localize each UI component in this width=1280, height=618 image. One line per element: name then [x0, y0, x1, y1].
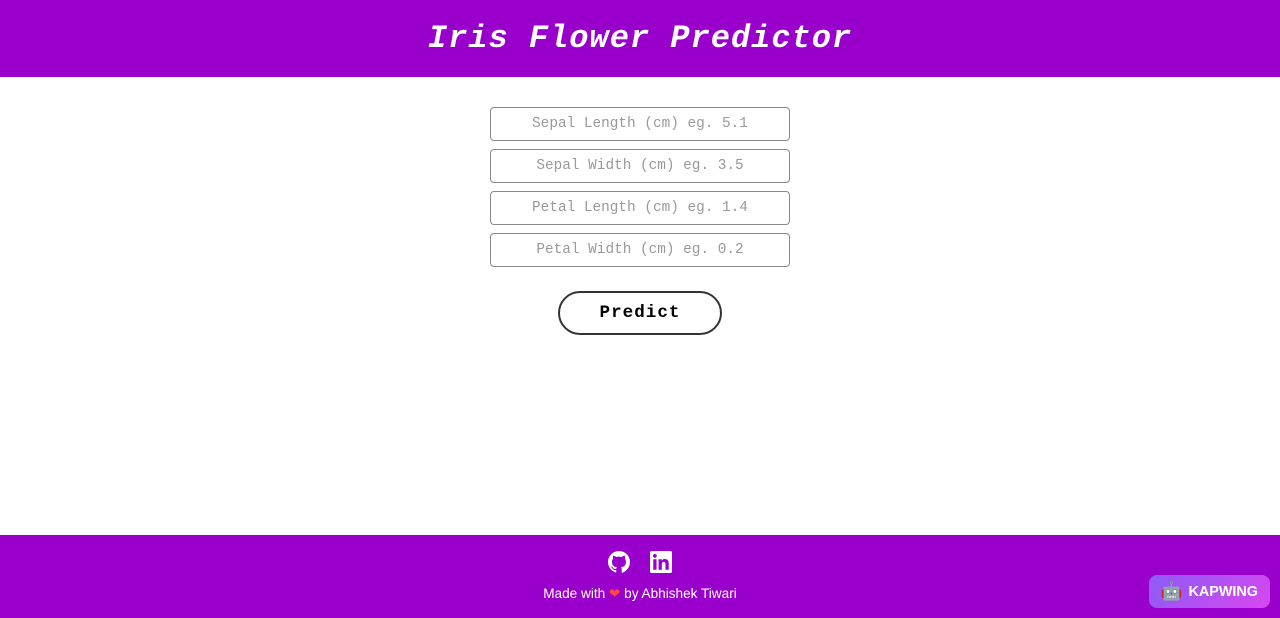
sepal-length-input[interactable] — [490, 107, 790, 141]
robot-icon: 🤖 — [1161, 581, 1183, 602]
sepal-width-input[interactable] — [490, 149, 790, 183]
prediction-form: Predict — [490, 107, 790, 335]
predict-button[interactable]: Predict — [558, 291, 723, 335]
main-content: Predict — [0, 77, 1280, 535]
kapwing-watermark: 🤖 KAPWING — [1149, 575, 1270, 608]
footer-credit: Made with ❤ by Abhishek Tiwari — [16, 586, 1264, 602]
by-author-text: by Abhishek Tiwari — [624, 586, 737, 601]
kapwing-label: KAPWING — [1188, 584, 1258, 600]
linkedin-link[interactable] — [650, 551, 672, 580]
github-link[interactable] — [608, 551, 630, 580]
app-title: Iris Flower Predictor — [20, 20, 1260, 57]
app-header: Iris Flower Predictor — [0, 0, 1280, 77]
app-footer: Made with ❤ by Abhishek Tiwari — [0, 535, 1280, 618]
petal-width-input[interactable] — [490, 233, 790, 267]
petal-length-input[interactable] — [490, 191, 790, 225]
made-with-text: Made with — [543, 586, 605, 601]
footer-icons — [16, 551, 1264, 580]
heart-icon: ❤ — [609, 586, 620, 601]
